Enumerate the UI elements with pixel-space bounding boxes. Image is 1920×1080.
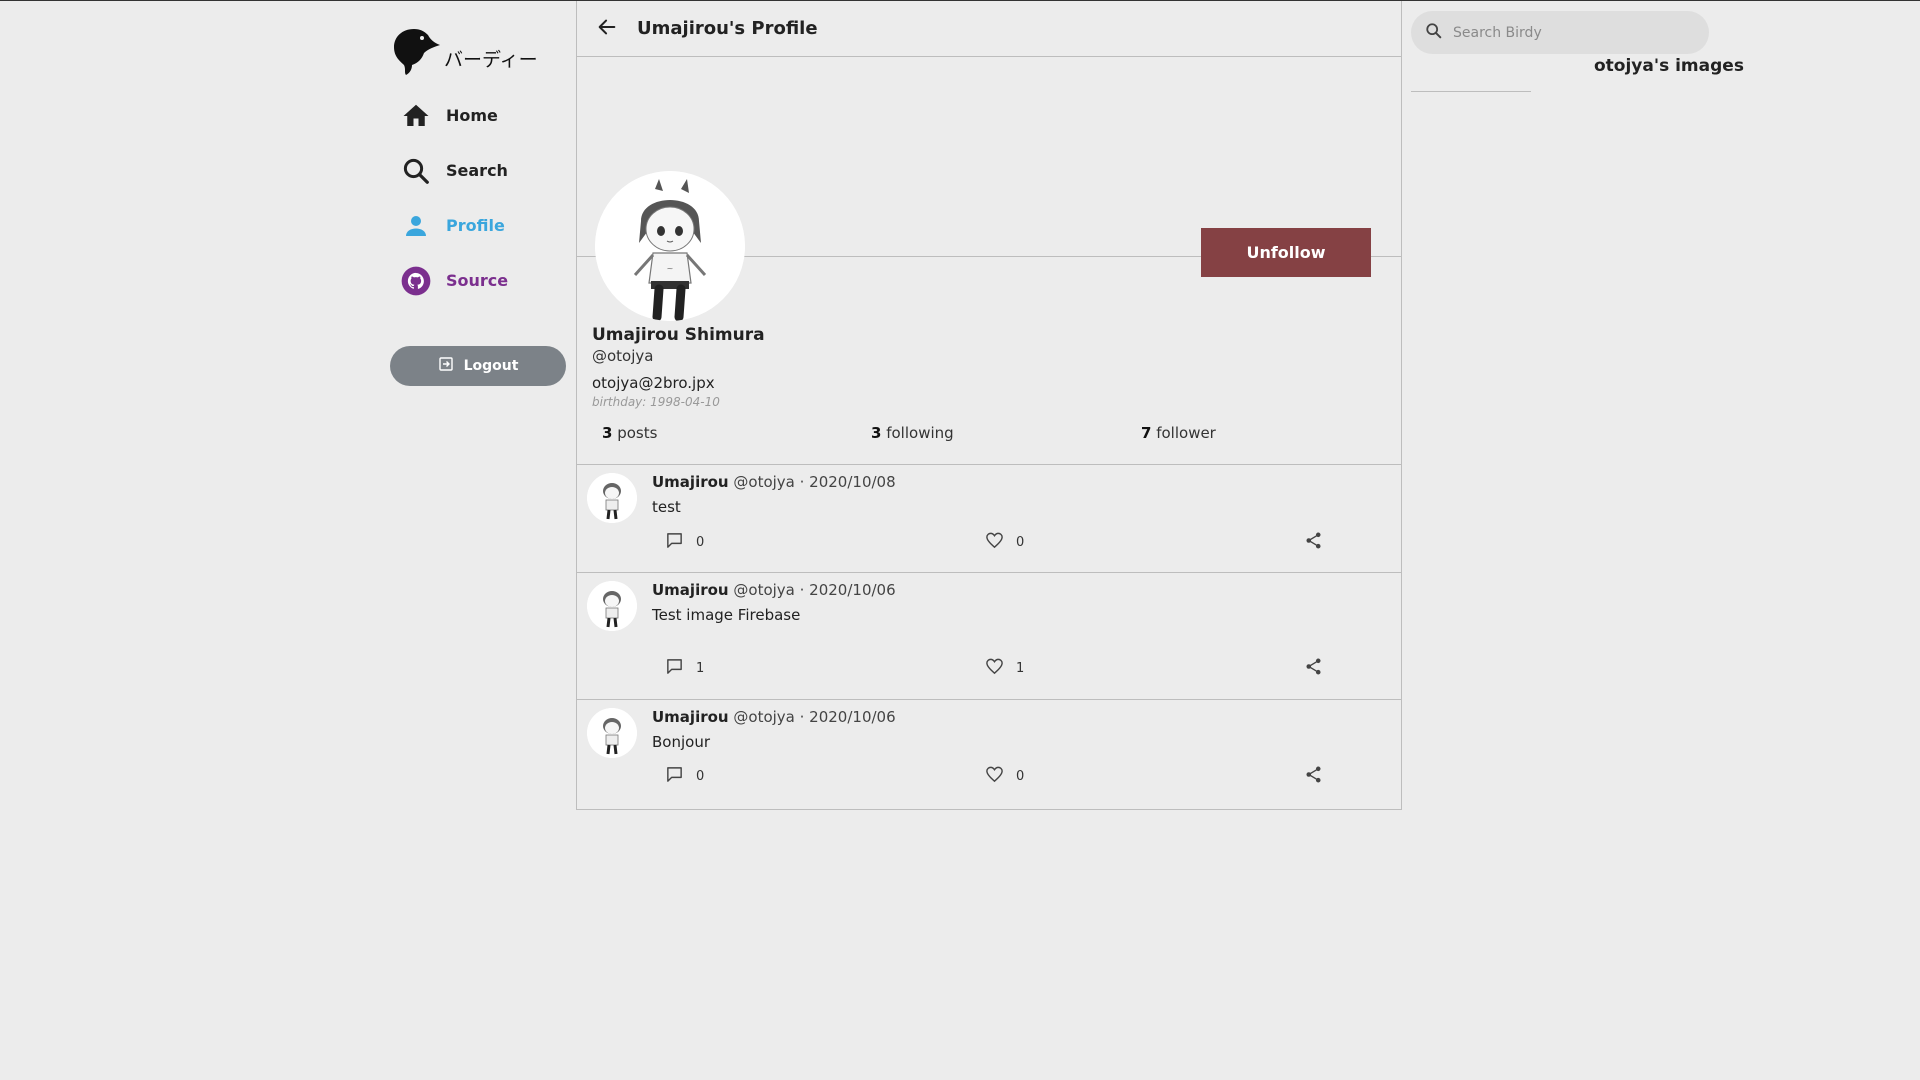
- following-count: 3: [871, 424, 882, 442]
- arrow-left-icon: [596, 16, 618, 42]
- page-title: Umajirou's Profile: [637, 18, 818, 39]
- home-icon: [400, 100, 432, 132]
- unfollow-button[interactable]: Unfollow: [1201, 228, 1371, 277]
- brand-name: バーディー: [444, 48, 538, 71]
- post-avatar[interactable]: [587, 473, 637, 523]
- nav-home[interactable]: Home: [390, 88, 576, 143]
- comment-button[interactable]: 0: [665, 531, 704, 554]
- heart-icon: [985, 657, 1004, 680]
- person-icon: [400, 210, 432, 242]
- post-author[interactable]: Umajirou: [652, 473, 729, 491]
- follower-count: 7: [1141, 424, 1152, 442]
- posts-count: 3: [602, 424, 613, 442]
- nav-source-label: Source: [446, 271, 509, 290]
- post-meta: @otojya · 2020/10/06: [733, 581, 896, 599]
- nav-search[interactable]: Search: [390, 143, 576, 198]
- main-column: Umajirou's Profile ~ Unfollow Umajirou S…: [576, 1, 1402, 810]
- post-item[interactable]: Umajirou @otojya · 2020/10/08 test 0 0: [577, 465, 1401, 573]
- posts-label: posts: [617, 424, 658, 442]
- images-title: otojya's images: [1594, 56, 1744, 76]
- post-item[interactable]: Umajirou @otojya · 2020/10/06 Test image…: [577, 573, 1401, 700]
- comment-count: 0: [696, 769, 705, 784]
- display-name: Umajirou Shimura: [592, 325, 765, 345]
- user-info: Umajirou Shimura @otojya otojya@2bro.jpx…: [592, 325, 765, 409]
- post-author[interactable]: Umajirou: [652, 581, 729, 599]
- search-box[interactable]: [1411, 11, 1709, 54]
- heart-icon: [985, 765, 1004, 788]
- images-divider: [1411, 91, 1531, 92]
- comment-icon: [665, 765, 684, 788]
- nav-profile[interactable]: Profile: [390, 198, 576, 253]
- search-input[interactable]: [1453, 24, 1693, 41]
- logout-label: Logout: [463, 358, 519, 374]
- share-icon: [1304, 531, 1323, 554]
- back-button[interactable]: [593, 15, 621, 43]
- nav-source[interactable]: Source: [390, 253, 576, 308]
- share-button[interactable]: [1304, 657, 1323, 680]
- post-avatar[interactable]: [587, 708, 637, 758]
- profile-header: Umajirou's Profile: [577, 1, 1401, 57]
- like-button[interactable]: 0: [985, 531, 1024, 554]
- user-birthday: birthday: 1998-04-10: [592, 395, 720, 409]
- post-author[interactable]: Umajirou: [652, 708, 729, 726]
- post-meta: @otojya · 2020/10/08: [733, 473, 896, 491]
- like-button[interactable]: 0: [985, 765, 1024, 788]
- brand[interactable]: バーディー: [390, 26, 576, 80]
- share-button[interactable]: [1304, 531, 1323, 554]
- github-icon: [400, 265, 432, 297]
- comment-button[interactable]: 1: [665, 657, 704, 680]
- heart-icon: [985, 531, 1004, 554]
- comment-button[interactable]: 0: [665, 765, 704, 788]
- svg-text:~: ~: [667, 264, 674, 273]
- logout-button[interactable]: Logout: [390, 346, 566, 386]
- following-label: following: [886, 424, 954, 442]
- post-actions: 1 1: [577, 657, 1401, 677]
- post-avatar[interactable]: [587, 581, 637, 631]
- share-icon: [1304, 765, 1323, 788]
- comment-count: 0: [696, 535, 705, 550]
- like-count: 0: [1016, 769, 1025, 784]
- post-item[interactable]: Umajirou @otojya · 2020/10/06 Bonjour 0 …: [577, 700, 1401, 808]
- stat-posts[interactable]: 3 posts: [602, 424, 657, 442]
- post-meta: @otojya · 2020/10/06: [733, 708, 896, 726]
- post-header: Umajirou @otojya · 2020/10/06: [652, 581, 896, 599]
- profile-avatar: ~: [595, 171, 745, 321]
- post-header: Umajirou @otojya · 2020/10/06: [652, 708, 896, 726]
- search-icon: [1425, 22, 1443, 44]
- follower-label: follower: [1156, 424, 1216, 442]
- crow-head-icon: [390, 25, 442, 81]
- like-count: 0: [1016, 535, 1025, 550]
- nav-home-label: Home: [446, 106, 498, 125]
- profile-stats: 3 posts 3 following 7 follower: [577, 424, 1401, 444]
- post-text: test: [652, 498, 681, 516]
- nav-search-label: Search: [446, 161, 508, 180]
- comment-count: 1: [696, 661, 705, 676]
- share-button[interactable]: [1304, 765, 1323, 788]
- like-button[interactable]: 1: [985, 657, 1024, 680]
- logout-icon: [438, 356, 464, 376]
- user-email: otojya@2bro.jpx: [592, 374, 715, 392]
- share-icon: [1304, 657, 1323, 680]
- search-icon: [400, 155, 432, 187]
- comment-icon: [665, 657, 684, 680]
- post-header: Umajirou @otojya · 2020/10/08: [652, 473, 896, 491]
- post-text: Bonjour: [652, 733, 710, 751]
- post-actions: 0 0: [577, 765, 1401, 785]
- profile-info: ~ Unfollow Umajirou Shimura @otojya otoj…: [577, 171, 1401, 465]
- sidebar: バーディー Home Search Profile Source Logout: [390, 26, 576, 386]
- stat-following[interactable]: 3 following: [871, 424, 954, 442]
- stat-follower[interactable]: 7 follower: [1141, 424, 1216, 442]
- nav-profile-label: Profile: [446, 216, 505, 235]
- user-handle: @otojya: [592, 347, 654, 365]
- like-count: 1: [1016, 661, 1025, 676]
- comment-icon: [665, 531, 684, 554]
- post-text: Test image Firebase: [652, 606, 801, 624]
- post-actions: 0 0: [577, 531, 1401, 551]
